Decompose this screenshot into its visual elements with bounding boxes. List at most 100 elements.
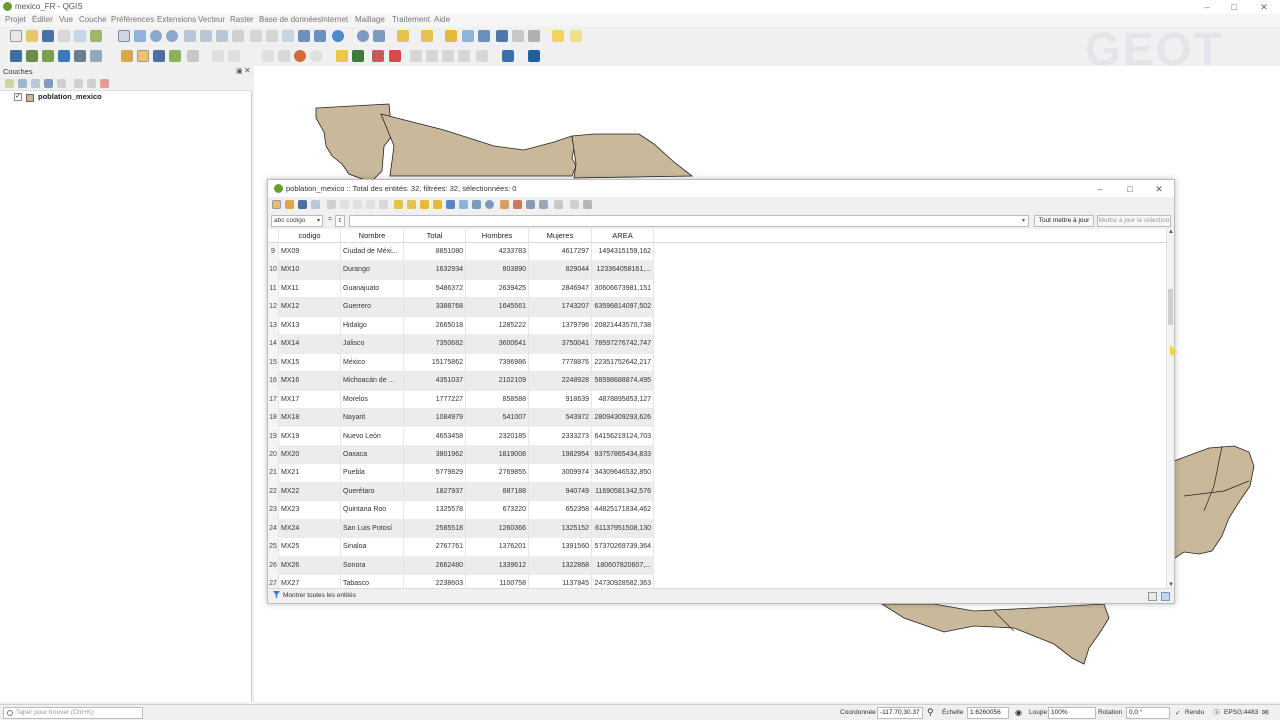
cell-area[interactable]: 57370269739,364 [592, 538, 654, 557]
add-group-icon[interactable] [18, 79, 27, 88]
collapse-all-icon[interactable] [87, 79, 96, 88]
cell-codigo[interactable]: MX13 [279, 316, 341, 336]
menu-traitement[interactable]: Traitement [392, 15, 430, 24]
cell-mujeres[interactable]: 2846947 [529, 279, 592, 299]
cell-nombre[interactable]: Durango [341, 261, 404, 280]
column-header-hombres[interactable]: Hombres [466, 229, 529, 243]
cell-codigo[interactable]: MX11 [279, 279, 341, 299]
select-all-icon[interactable] [407, 200, 416, 209]
actions-icon[interactable] [583, 200, 592, 209]
cell-hombres[interactable]: 7396986 [466, 353, 529, 373]
cell-nombre[interactable]: San Luis Potosí [341, 519, 404, 539]
dialog-close-button[interactable]: ✕ [1147, 182, 1171, 196]
attribute-table-icon[interactable] [462, 30, 474, 42]
python-console-icon[interactable] [502, 50, 514, 62]
menu-editer[interactable]: Éditer [32, 15, 53, 24]
zoom-next-icon[interactable] [266, 30, 278, 42]
cell-area[interactable]: 44825171834,462 [592, 501, 654, 520]
add-raster-layer-icon[interactable] [42, 50, 54, 62]
update-selection-button[interactable]: Mettre à jour la sélection [1097, 215, 1171, 227]
table-view-icon[interactable] [1148, 592, 1157, 601]
paste-features-icon[interactable] [278, 50, 290, 62]
cell-total[interactable]: 2767761 [404, 538, 466, 557]
table-row[interactable]: 16 MX16 Michoacán de ... 4351037 2102109 2248… [268, 372, 654, 391]
statistics-icon[interactable] [512, 30, 524, 42]
cell-area[interactable]: 58598688874,495 [592, 372, 654, 391]
highlight-icon[interactable] [389, 50, 401, 62]
cell-codigo[interactable]: MX12 [279, 298, 341, 317]
field-calculator-icon[interactable] [478, 30, 490, 42]
table-row[interactable]: 15 MX15 México 15175862 7396986 7778876 223517… [268, 353, 654, 373]
cell-hombres[interactable]: 1819008 [466, 445, 529, 465]
annotation-icon[interactable] [570, 30, 582, 42]
cell-total[interactable]: 7350682 [404, 335, 466, 354]
cell-mujeres[interactable]: 1379796 [529, 316, 592, 336]
zoom-native-icon[interactable] [232, 30, 244, 42]
cell-area[interactable]: 1494315159,162 [592, 243, 654, 262]
row-number[interactable]: 18 [268, 409, 279, 428]
table-row[interactable]: 22 MX22 Querétaro 1827937 887188 940749 116905… [268, 482, 654, 502]
refresh-icon[interactable] [332, 30, 344, 42]
select-features-icon[interactable] [397, 30, 409, 42]
cell-nombre[interactable]: Puebla [341, 464, 404, 483]
paste-icon[interactable] [379, 200, 388, 209]
label-pin-icon[interactable] [352, 50, 364, 62]
zoom-to-selected-icon[interactable] [485, 200, 494, 209]
open-styling-icon[interactable] [5, 79, 14, 88]
new-project-icon[interactable] [10, 30, 22, 42]
cell-area[interactable]: 78597276742,747 [592, 335, 654, 354]
cell-total[interactable]: 4351037 [404, 372, 466, 391]
row-number[interactable]: 13 [268, 316, 279, 336]
cell-total[interactable]: 1084979 [404, 409, 466, 428]
undo-icon[interactable] [294, 50, 306, 62]
multi-edit-icon[interactable] [285, 200, 294, 209]
cell-hombres[interactable]: 1339612 [466, 556, 529, 576]
move-selection-top-icon[interactable] [459, 200, 468, 209]
rotate-label-icon[interactable] [442, 50, 454, 62]
cell-mujeres[interactable]: 2333273 [529, 427, 592, 446]
cell-nombre[interactable]: Nayarit [341, 409, 404, 428]
add-mesh-layer-icon[interactable] [58, 50, 70, 62]
zoom-layer-icon[interactable] [216, 30, 228, 42]
minimize-button[interactable]: – [1195, 1, 1219, 13]
menu-couche[interactable]: Couche [79, 15, 107, 24]
table-row[interactable]: 21 MX21 Puebla 5779829 2769855 3009974 3430964… [268, 464, 654, 483]
cell-nombre[interactable]: Oaxaca [341, 445, 404, 465]
cell-hombres[interactable]: 2320185 [466, 427, 529, 446]
zoom-selection-icon[interactable] [200, 30, 212, 42]
cell-nombre[interactable]: Jalisco [341, 335, 404, 354]
cell-nombre[interactable]: Ciudad de Méxi... [341, 243, 404, 262]
row-number[interactable]: 14 [268, 335, 279, 354]
cell-mujeres[interactable]: 652358 [529, 501, 592, 520]
cell-hombres[interactable]: 2639425 [466, 279, 529, 299]
panel-close-icon[interactable]: ✕ [244, 66, 251, 75]
cut-icon[interactable] [353, 200, 362, 209]
cell-mujeres[interactable]: 3009974 [529, 464, 592, 483]
table-row[interactable]: 23 MX23 Quintana Roo 1325578 673220 652358 448… [268, 501, 654, 520]
print-layout-icon[interactable] [74, 30, 86, 42]
cell-total[interactable]: 2662480 [404, 556, 466, 576]
toggle-editing-icon[interactable] [272, 200, 281, 209]
zoom-last-icon[interactable] [250, 30, 262, 42]
cell-nombre[interactable]: Nuevo León [341, 427, 404, 446]
cell-mujeres[interactable]: 2248928 [529, 372, 592, 391]
add-vector-layer-icon[interactable] [26, 50, 38, 62]
row-number[interactable]: 21 [268, 464, 279, 483]
cell-nombre[interactable]: Tabasco [341, 575, 404, 588]
delete-selected-icon[interactable] [212, 50, 224, 62]
row-number[interactable]: 9 [268, 243, 279, 262]
cell-hombres[interactable]: 1260366 [466, 519, 529, 539]
cell-hombres[interactable]: 2769855 [466, 464, 529, 483]
zoom-full-icon[interactable] [184, 30, 196, 42]
cell-total[interactable]: 3801962 [404, 445, 466, 465]
cell-nombre[interactable]: Guanajuato [341, 279, 404, 299]
column-header-nombre[interactable]: Nombre [341, 229, 404, 243]
field-select-dropdown[interactable]: abc codigo ▾ [271, 215, 323, 227]
column-header-codigo[interactable]: codigo [279, 229, 341, 243]
cell-area[interactable]: 63596814097,502 [592, 298, 654, 317]
cell-hombres[interactable]: 1285222 [466, 316, 529, 336]
zoom-out-icon[interactable] [166, 30, 178, 42]
edit-pencil-icon[interactable] [121, 50, 133, 62]
close-button[interactable]: ✕ [1252, 1, 1276, 13]
row-number[interactable]: 26 [268, 556, 279, 576]
